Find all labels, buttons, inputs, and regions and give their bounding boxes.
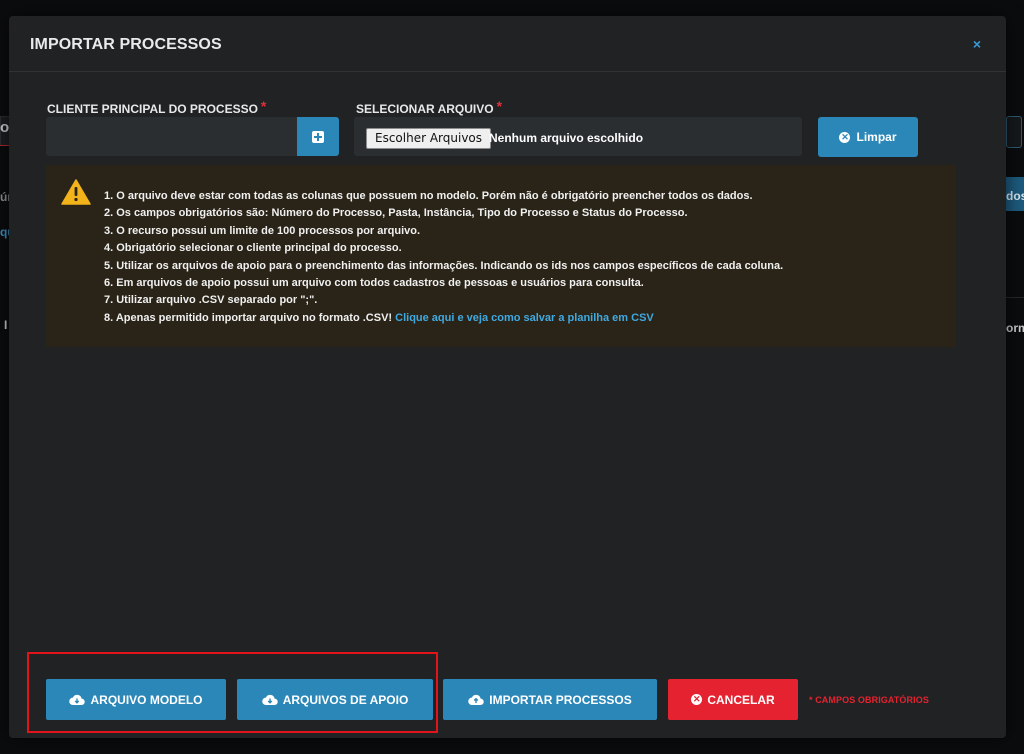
import-processes-modal: IMPORTAR PROCESSOS × CLIENTE PRINCIPAL D…	[9, 16, 1006, 738]
csv-help-link[interactable]: Clique aqui e veja como salvar a planilh…	[395, 312, 654, 324]
instruction-item: 5. Utilizar os arquivos de apoio para o …	[104, 259, 784, 272]
support-files-button-label: ARQUIVOS DE APOIO	[282, 692, 409, 707]
modal-title: IMPORTAR PROCESSOS	[30, 36, 222, 53]
client-select[interactable]	[46, 117, 298, 156]
times-circle-icon: ✕	[691, 694, 703, 705]
modal-header: IMPORTAR PROCESSOS ×	[9, 16, 1006, 72]
instructions-list: 1. O arquivo deve estar com todas as col…	[104, 188, 783, 327]
client-label-text: CLIENTE PRINCIPAL DO PROCESSO	[47, 102, 258, 116]
instructions-alert: 1. O arquivo deve estar com todas as col…	[46, 165, 956, 347]
file-status-text: Nenhum arquivo escolhido	[489, 131, 644, 145]
model-file-button[interactable]: ARQUIVO MODELO	[46, 679, 226, 720]
instruction-item: 4. Obrigatório selecionar o cliente prin…	[104, 242, 402, 255]
add-client-button[interactable]	[297, 117, 339, 156]
close-icon[interactable]: ×	[970, 37, 984, 51]
warning-triangle-icon	[61, 179, 91, 205]
required-fields-note: * CAMPOS OBRIGATÓRIOS	[809, 695, 929, 705]
background-divider	[0, 145, 9, 146]
plus-square-icon	[312, 130, 324, 143]
model-file-button-label: ARQUIVO MODELO	[90, 692, 203, 707]
file-input: Escolher Arquivos Nenhum arquivo escolhi…	[354, 117, 802, 156]
import-processes-button[interactable]: IMPORTAR PROCESSOS	[443, 679, 657, 720]
instruction-item: 1. O arquivo deve estar com todas as col…	[104, 190, 753, 202]
cancel-button[interactable]: ✕ CANCELAR	[668, 679, 798, 720]
cloud-upload-icon	[468, 694, 485, 705]
instruction-item: 7. Utilizar arquivo .CSV separado por ";…	[104, 294, 318, 307]
cancel-button-label: CANCELAR	[707, 692, 775, 707]
support-files-button[interactable]: ARQUIVOS DE APOIO	[237, 679, 433, 720]
cloud-download-icon	[69, 694, 86, 705]
background-text: I	[4, 318, 8, 332]
required-mark: *	[496, 98, 503, 114]
choose-files-button[interactable]: Escolher Arquivos	[366, 128, 492, 149]
instruction-item: 2. Os campos obrigatórios são: Número do…	[104, 207, 688, 220]
clear-button[interactable]: ✕ Limpar	[818, 117, 918, 157]
instruction-item: 3. O recurso possui um limite de 100 pro…	[104, 224, 421, 237]
import-processes-button-label: IMPORTAR PROCESSOS	[489, 692, 632, 707]
clear-button-label: Limpar	[856, 130, 897, 144]
file-field-label: SELECIONAR ARQUIVO *	[356, 98, 503, 116]
file-label-text: SELECIONAR ARQUIVO	[356, 102, 494, 116]
times-circle-icon: ✕	[839, 131, 851, 143]
instruction-item-with-link: 8. Apenas permitido importar arquivo no …	[104, 310, 783, 327]
background-text: dos	[1006, 189, 1024, 203]
required-mark: *	[260, 98, 267, 114]
background-input	[1006, 116, 1022, 148]
cloud-download-icon	[261, 694, 278, 705]
client-field-label: CLIENTE PRINCIPAL DO PROCESSO *	[47, 98, 267, 116]
instruction-item: 6. Em arquivos de apoio possui um arquiv…	[104, 276, 644, 289]
instruction-text: 8. Apenas permitido importar arquivo no …	[104, 311, 396, 324]
background-divider	[1006, 297, 1024, 298]
background-text: orm	[1006, 321, 1024, 335]
